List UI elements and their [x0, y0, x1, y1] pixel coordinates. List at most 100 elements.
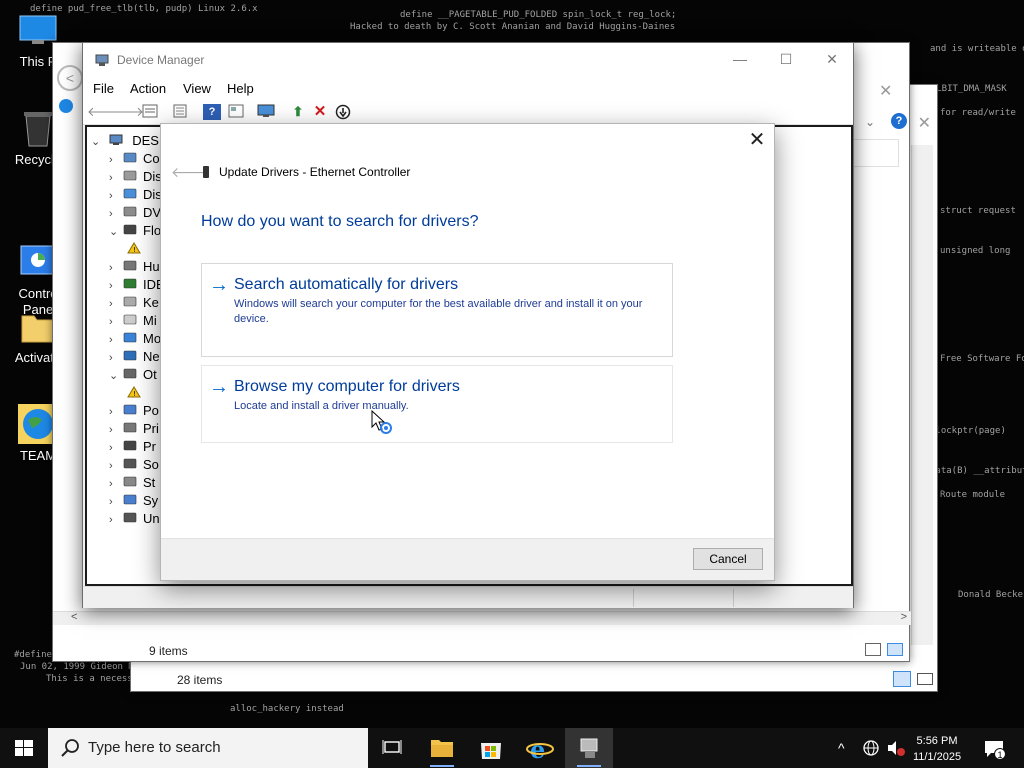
chevron-right-icon[interactable]: ›: [109, 334, 123, 346]
show-hidden-icons-icon[interactable]: ^: [838, 740, 845, 756]
update-driver-icon[interactable]: ⬆: [289, 104, 307, 120]
tree-item[interactable]: › Dis: [109, 187, 162, 205]
properties-icon[interactable]: [141, 104, 159, 120]
maximize-button[interactable]: ☐: [763, 43, 809, 77]
details-view-icon[interactable]: [865, 643, 881, 656]
chevron-right-icon[interactable]: ›: [109, 154, 123, 166]
scroll-left-icon[interactable]: <: [71, 611, 77, 623]
help-icon[interactable]: ?: [891, 113, 907, 129]
chevron-right-icon[interactable]: ›: [109, 172, 123, 184]
tree-item[interactable]: › Ne: [109, 349, 160, 367]
chevron-down-icon[interactable]: ⌄: [865, 115, 875, 129]
option-title: Search automatically for drivers: [234, 276, 459, 293]
start-button[interactable]: [0, 728, 48, 768]
large-icons-view-icon[interactable]: [887, 643, 903, 656]
close-icon[interactable]: ✕: [879, 81, 892, 101]
tree-item[interactable]: › Pri: [109, 421, 159, 439]
chevron-down-icon[interactable]: ⌄: [109, 225, 123, 238]
tree-item-label: Flo: [143, 223, 162, 238]
dialog-close-button[interactable]: ✕: [748, 130, 766, 150]
tree-item[interactable]: › IDE: [109, 277, 165, 295]
taskbar: Type here to search e ^ 5:56 PM 11/1/202…: [0, 728, 1024, 768]
tree-item[interactable]: ⌄ Ot: [109, 367, 157, 385]
tree-item[interactable]: › Mi: [109, 313, 157, 331]
tree-item[interactable]: › Pr: [109, 439, 156, 457]
cancel-button[interactable]: Cancel: [693, 548, 763, 570]
chevron-right-icon[interactable]: ›: [109, 496, 123, 508]
scroll-right-icon[interactable]: >: [901, 611, 907, 623]
chevron-right-icon[interactable]: ›: [109, 298, 123, 310]
tree-item[interactable]: ⌄ Flo: [109, 223, 161, 241]
ie-taskbar-button[interactable]: e: [516, 728, 564, 768]
menu-help[interactable]: Help: [227, 81, 254, 96]
desktop-code-line: Route module: [940, 490, 1006, 500]
tree-item[interactable]: !: [127, 241, 147, 259]
menu-view[interactable]: View: [183, 81, 211, 96]
tree-item[interactable]: › Sy: [109, 493, 158, 511]
minimize-button[interactable]: —: [717, 43, 763, 77]
chevron-right-icon[interactable]: ›: [109, 406, 123, 418]
chevron-right-icon[interactable]: ›: [109, 424, 123, 436]
network-icon: [123, 350, 137, 362]
close-button[interactable]: ✕: [809, 43, 855, 77]
taskbar-search-box[interactable]: Type here to search: [48, 728, 368, 768]
scan-hardware-icon[interactable]: [257, 104, 275, 120]
disable-device-icon[interactable]: [334, 104, 352, 120]
chevron-right-icon[interactable]: ›: [109, 442, 123, 454]
uninstall-device-icon[interactable]: ✕: [311, 104, 329, 120]
desktop-code-line: Free Software Foundation: [940, 354, 1024, 364]
chevron-right-icon[interactable]: ›: [109, 190, 123, 202]
update-drivers-dialog[interactable]: ✕ 🡐 Update Drivers - Ethernet Controller…: [160, 123, 775, 581]
file-explorer-taskbar-button[interactable]: [418, 728, 466, 768]
tree-root[interactable]: ⌄ DESK: [91, 133, 168, 151]
list-view-icon[interactable]: [171, 104, 189, 120]
large-icons-view-icon[interactable]: [917, 673, 933, 685]
back-nav-icon[interactable]: <: [57, 65, 83, 91]
back-arrow-icon[interactable]: 🡐: [87, 104, 122, 120]
tree-item[interactable]: › So: [109, 457, 159, 475]
chevron-down-icon[interactable]: ⌄: [91, 135, 105, 148]
chevron-right-icon[interactable]: ›: [109, 478, 123, 490]
disk-icon: [123, 170, 137, 182]
search-field[interactable]: [853, 139, 899, 167]
tree-item[interactable]: › St: [109, 475, 155, 493]
tree-item[interactable]: !: [127, 385, 147, 403]
notification-center-button[interactable]: 1: [982, 738, 1006, 763]
chevron-right-icon[interactable]: ›: [109, 352, 123, 364]
chevron-right-icon[interactable]: ›: [109, 262, 123, 274]
tree-item[interactable]: › Dis: [109, 169, 162, 187]
network-icon[interactable]: [862, 739, 880, 760]
tree-item[interactable]: › Un: [109, 511, 160, 529]
chevron-down-icon[interactable]: ⌄: [109, 369, 123, 382]
status-item-count: 28 items: [177, 673, 223, 687]
browse-computer-option[interactable]: → Browse my computer for drivers Locate …: [201, 365, 673, 443]
tree-item[interactable]: › Hu: [109, 259, 160, 277]
tree-item[interactable]: › Co: [109, 151, 160, 169]
show-hidden-icon[interactable]: [227, 104, 245, 120]
help-icon[interactable]: ?: [203, 104, 221, 120]
tree-item[interactable]: › DV: [109, 205, 161, 223]
chevron-right-icon[interactable]: ›: [109, 316, 123, 328]
device-manager-taskbar-button[interactable]: [565, 728, 613, 768]
system-clock[interactable]: 5:56 PM 11/1/2025: [902, 733, 972, 765]
tree-item[interactable]: › Ke: [109, 295, 159, 313]
chevron-right-icon[interactable]: ›: [109, 460, 123, 472]
store-taskbar-button[interactable]: [467, 728, 515, 768]
menu-action[interactable]: Action: [130, 81, 166, 96]
search-automatically-option[interactable]: → Search automatically for drivers Windo…: [201, 263, 673, 357]
details-view-icon[interactable]: [893, 671, 911, 687]
vertical-scrollbar[interactable]: [911, 145, 933, 645]
close-icon[interactable]: ✕: [918, 113, 931, 133]
forward-arrow-icon[interactable]: 🡒: [109, 104, 144, 120]
svg-text:!: !: [133, 246, 136, 254]
tree-item-label: Po: [143, 403, 159, 418]
tree-item[interactable]: › Mo: [109, 331, 161, 349]
chevron-right-icon[interactable]: ›: [109, 280, 123, 292]
tree-item[interactable]: › Po: [109, 403, 159, 421]
chevron-right-icon[interactable]: ›: [109, 514, 123, 526]
desktop-code-line: Donald Becker: [958, 590, 1024, 600]
chevron-right-icon[interactable]: ›: [109, 208, 123, 220]
task-view-button[interactable]: [368, 728, 416, 768]
menu-file[interactable]: File: [93, 81, 114, 96]
horizontal-scrollbar[interactable]: < >: [53, 611, 911, 625]
